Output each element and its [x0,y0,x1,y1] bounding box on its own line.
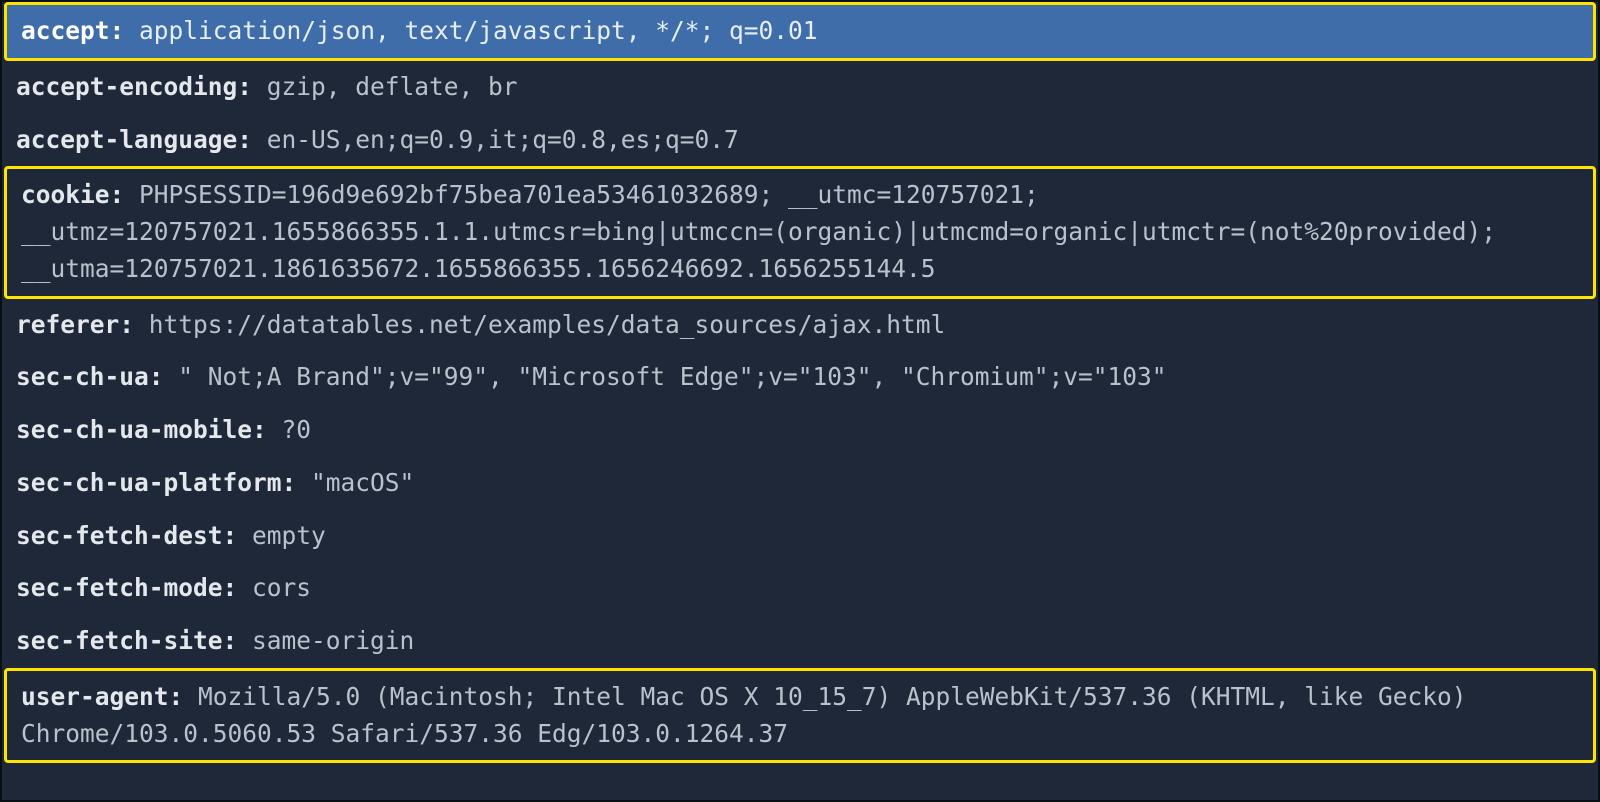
header-name: accept-language [16,125,237,154]
header-value: " Not;A Brand";v="99", "Microsoft Edge";… [178,362,1166,391]
header-row-cookie[interactable]: cookie: PHPSESSID=196d9e692bf75bea701ea5… [4,166,1596,298]
header-separator: : [223,626,253,655]
header-row-accept-encoding[interactable]: accept-encoding: gzip, deflate, br [2,61,1598,114]
header-value: PHPSESSID=196d9e692bf75bea701ea534610326… [21,180,1496,283]
header-separator: : [110,180,140,209]
request-headers-panel: accept: application/json, text/javascrip… [2,2,1598,763]
header-name: sec-ch-ua [16,362,149,391]
header-separator: : [252,415,282,444]
header-row-sec-fetch-site[interactable]: sec-fetch-site: same-origin [2,615,1598,668]
header-name: accept-encoding [16,72,237,101]
header-value: Mozilla/5.0 (Macintosh; Intel Mac OS X 1… [21,682,1467,748]
header-separator: : [223,573,253,602]
header-value: cors [252,573,311,602]
header-separator: : [169,682,199,711]
header-name: sec-fetch-site [16,626,223,655]
header-row-sec-ch-ua-platform[interactable]: sec-ch-ua-platform: "macOS" [2,457,1598,510]
header-value: empty [252,521,326,550]
header-row-accept[interactable]: accept: application/json, text/javascrip… [4,2,1596,61]
header-name: referer [16,310,119,339]
header-name: sec-fetch-dest [16,521,223,550]
header-separator: : [282,468,312,497]
header-row-accept-language[interactable]: accept-language: en-US,en;q=0.9,it;q=0.8… [2,114,1598,167]
header-separator: : [237,125,267,154]
header-separator: : [223,521,253,550]
header-name: sec-ch-ua-mobile [16,415,252,444]
header-name: cookie [21,180,110,209]
header-row-sec-fetch-dest[interactable]: sec-fetch-dest: empty [2,510,1598,563]
header-value: en-US,en;q=0.9,it;q=0.8,es;q=0.7 [267,125,739,154]
header-name: user-agent [21,682,169,711]
header-value: "macOS" [311,468,414,497]
header-name: accept [21,16,110,45]
header-value: https://datatables.net/examples/data_sou… [149,310,946,339]
header-row-sec-ch-ua[interactable]: sec-ch-ua: " Not;A Brand";v="99", "Micro… [2,351,1598,404]
header-separator: : [237,72,267,101]
header-value: same-origin [252,626,414,655]
header-name: sec-ch-ua-platform [16,468,282,497]
header-value: application/json, text/javascript, */*; … [139,16,818,45]
header-separator: : [149,362,179,391]
header-row-sec-fetch-mode[interactable]: sec-fetch-mode: cors [2,562,1598,615]
header-row-referer[interactable]: referer: https://datatables.net/examples… [2,299,1598,352]
header-row-user-agent[interactable]: user-agent: Mozilla/5.0 (Macintosh; Inte… [4,668,1596,764]
header-separator: : [110,16,140,45]
header-value: gzip, deflate, br [267,72,518,101]
header-separator: : [119,310,149,339]
header-row-sec-ch-ua-mobile[interactable]: sec-ch-ua-mobile: ?0 [2,404,1598,457]
header-value: ?0 [282,415,312,444]
header-name: sec-fetch-mode [16,573,223,602]
